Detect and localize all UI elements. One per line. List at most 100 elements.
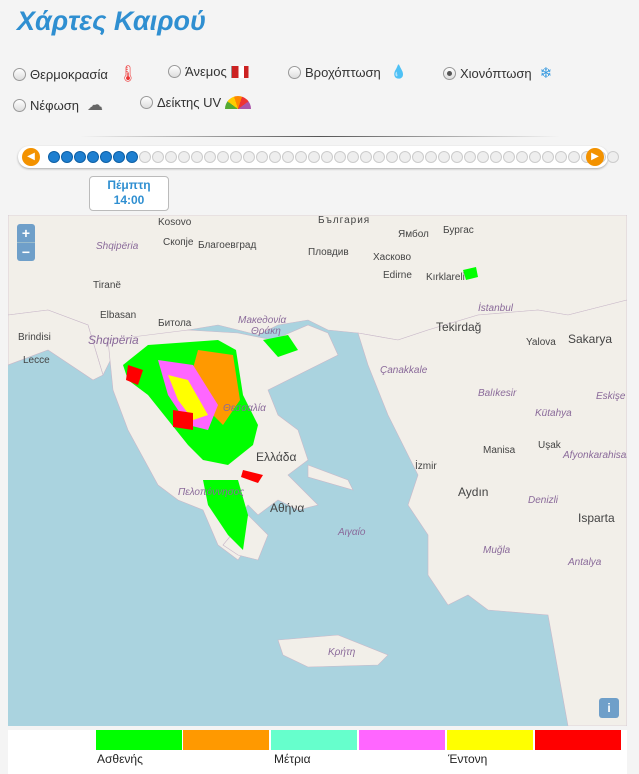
map-label: Sakarya	[568, 332, 613, 346]
map-label: България	[318, 215, 371, 226]
timeline-step[interactable]	[269, 151, 281, 163]
snowflake-icon: ❄	[539, 65, 553, 82]
option-label: Βροχόπτωση	[305, 64, 381, 80]
timeline-slider[interactable]: ◀ ▶	[18, 146, 619, 168]
timeline-step[interactable]	[373, 151, 385, 163]
info-button[interactable]: i	[599, 698, 619, 718]
timeline-step[interactable]	[412, 151, 424, 163]
timeline-step[interactable]	[555, 151, 567, 163]
timeline-step[interactable]	[334, 151, 346, 163]
option-rain[interactable]: Βροχόπτωση 💧	[288, 64, 407, 80]
map-label: Manisa	[483, 445, 516, 456]
timeline-step[interactable]	[490, 151, 502, 163]
radio[interactable]	[168, 65, 181, 78]
radio[interactable]	[13, 67, 26, 81]
timeline-step[interactable]	[308, 151, 320, 163]
zoom-out-button[interactable]: −	[17, 243, 35, 261]
timeline-step[interactable]	[178, 151, 190, 163]
map-label: Ελλάδα	[256, 450, 297, 464]
timeline-step[interactable]	[204, 151, 216, 163]
map-label: Битола	[158, 318, 192, 329]
divider	[80, 136, 560, 137]
timeline-step[interactable]	[321, 151, 333, 163]
map-label: Denizli	[528, 495, 559, 506]
prev-arrow-icon[interactable]: ◀	[22, 148, 40, 166]
timeline-step[interactable]	[438, 151, 450, 163]
option-snow[interactable]: Χιονόπτωση ❄	[443, 64, 552, 82]
timeline-step[interactable]	[230, 151, 242, 163]
timeline-step[interactable]	[425, 151, 437, 163]
timeline-step[interactable]	[126, 151, 138, 163]
map-label: İstanbul	[478, 303, 514, 314]
weather-map[interactable]: Κosovo България Скопје Благоевград Пловд…	[8, 215, 627, 726]
timeline-step[interactable]	[295, 151, 307, 163]
raindrop-icon: 💧	[390, 64, 407, 79]
timeline-step[interactable]	[48, 151, 60, 163]
timeline-step[interactable]	[542, 151, 554, 163]
timeline-step[interactable]	[360, 151, 372, 163]
map-label: İzmir	[415, 461, 437, 472]
map-label: Isparta	[578, 511, 615, 525]
option-clouds[interactable]: Νέφωση ☁	[13, 95, 103, 115]
radio[interactable]	[13, 98, 26, 112]
timeline-step[interactable]	[191, 151, 203, 163]
option-wind[interactable]: Άνεμος	[168, 64, 254, 79]
timeline-step[interactable]	[399, 151, 411, 163]
legend-swatch-1	[96, 730, 182, 750]
map-label: Пловдив	[308, 247, 349, 258]
timeline-step[interactable]	[607, 151, 619, 163]
legend: Ασθενής Μέτρια Έντονη	[8, 730, 627, 774]
timeline-step[interactable]	[503, 151, 515, 163]
timeline-step[interactable]	[477, 151, 489, 163]
map-label: Shqipëria	[96, 241, 139, 252]
map-label: Κosovo	[158, 217, 192, 228]
map-label: Çanakkale	[380, 365, 428, 376]
zoom-in-button[interactable]: +	[17, 224, 35, 243]
timeline-step[interactable]	[243, 151, 255, 163]
timeline-step[interactable]	[61, 151, 73, 163]
map-label: Ямбол	[398, 229, 429, 240]
map-label: Αθήνα	[270, 501, 305, 515]
timeline-step[interactable]	[87, 151, 99, 163]
timeline-step[interactable]	[152, 151, 164, 163]
timeline-step[interactable]	[516, 151, 528, 163]
option-uv[interactable]: Δείκτης UV	[140, 95, 252, 110]
option-label: Δείκτης UV	[157, 95, 222, 110]
map-label: Македονία	[238, 315, 287, 326]
next-arrow-icon[interactable]: ▶	[586, 148, 604, 166]
timeline-step[interactable]	[74, 151, 86, 163]
page-title: Χάρτες Καιρού	[17, 6, 206, 36]
map-label: Πελοπόννησος	[178, 487, 245, 498]
map-label: Tiranë	[93, 280, 121, 291]
timeline-step[interactable]	[217, 151, 229, 163]
option-label: Χιονόπτωση	[460, 65, 532, 81]
timeline-step[interactable]	[100, 151, 112, 163]
thermometer-icon: 🌡	[117, 66, 139, 83]
map-label: Balıkesir	[478, 388, 517, 399]
timeline-step[interactable]	[282, 151, 294, 163]
option-label: Άνεμος	[185, 64, 227, 79]
map-label: Aydın	[458, 485, 489, 499]
timeline-step[interactable]	[529, 151, 541, 163]
timeline-step[interactable]	[113, 151, 125, 163]
map-label: Скопје	[163, 237, 194, 248]
radio[interactable]	[288, 65, 301, 79]
timeline-step[interactable]	[568, 151, 580, 163]
timeline-step[interactable]	[386, 151, 398, 163]
timeline-step[interactable]	[139, 151, 151, 163]
option-temperature[interactable]: Θερμοκρασία 🌡	[13, 64, 138, 84]
timeline-step[interactable]	[165, 151, 177, 163]
map-label: Antalya	[568, 557, 602, 568]
legend-swatch-5	[447, 730, 533, 750]
timeline-step[interactable]	[347, 151, 359, 163]
radio[interactable]	[140, 96, 153, 109]
timeline-step[interactable]	[256, 151, 268, 163]
map-label: Brindisi	[18, 332, 51, 343]
radio[interactable]	[443, 66, 456, 80]
tooltip-time: 14:00	[113, 193, 145, 207]
map-label: Eskişe	[596, 391, 626, 402]
map-label: Uşak	[538, 440, 561, 451]
timeline-step[interactable]	[451, 151, 463, 163]
timeline-steps[interactable]	[48, 151, 620, 163]
timeline-step[interactable]	[464, 151, 476, 163]
